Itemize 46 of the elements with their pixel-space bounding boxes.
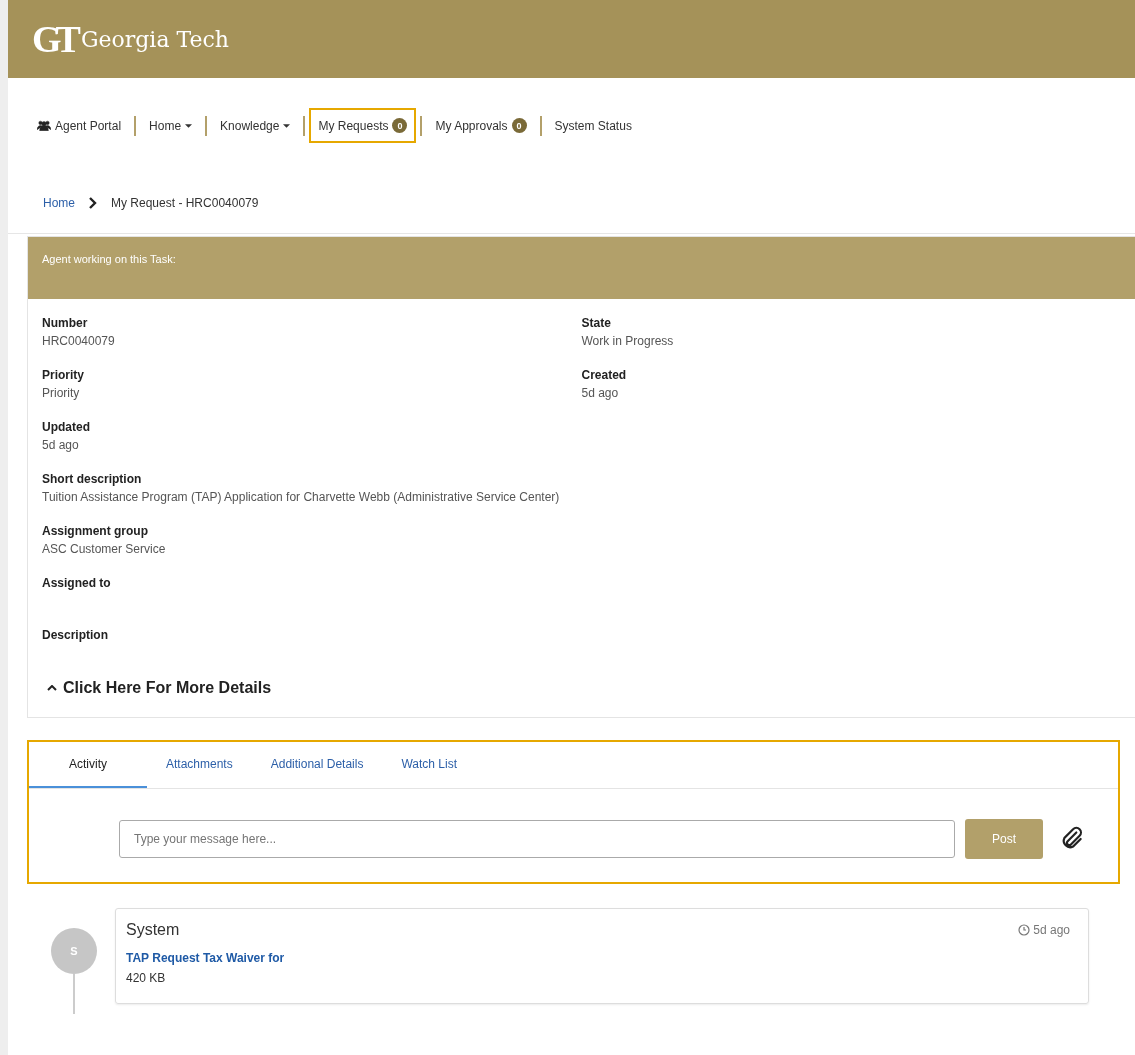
nav-link[interactable]: Home (140, 108, 202, 143)
nav-link[interactable]: My Approvals 0 (426, 108, 536, 143)
nav-link[interactable]: System Status (545, 108, 641, 143)
chevron-icon (89, 197, 97, 209)
more-details-toggle[interactable]: Click Here For More Details (42, 679, 1121, 697)
field-value: Tuition Assistance Program (TAP) Application for Charvette Webb (Administrative Service Center) (42, 489, 561, 506)
breadcrumb-link[interactable]: Home (43, 196, 75, 210)
field-value: Work in Progress (581, 333, 675, 350)
field-value: 5d ago (42, 437, 80, 454)
timestamp: 5d ago (1033, 923, 1070, 937)
field-label: State (581, 315, 612, 332)
field-label: Description (42, 627, 109, 644)
field-label: Number (42, 315, 89, 332)
people-icon (37, 120, 51, 131)
field-label: Short description (42, 471, 143, 488)
field-value: 5d ago (581, 385, 620, 402)
logo-title: Georgia Tech (80, 26, 229, 52)
field-label: Assignment group (42, 523, 149, 540)
attachment-link[interactable]: TAP Request Tax Waiver for (126, 951, 1078, 965)
nav-link[interactable]: Knowledge (211, 108, 300, 143)
banner-text: Agent working on this Task: (42, 253, 176, 265)
chevron-icon (47, 685, 57, 691)
tab[interactable]: Activity (29, 742, 147, 788)
field-value: ASC Customer Service (42, 541, 167, 558)
nav-link[interactable]: My Requests 0 (309, 108, 417, 143)
count-badge: 0 (511, 118, 527, 133)
caret-icon (185, 123, 193, 128)
field-value: HRC0040079 (42, 333, 116, 350)
clock-icon (1018, 924, 1031, 936)
field-label: Assigned to (42, 575, 112, 592)
caret-icon (283, 123, 291, 128)
count-badge: 0 (392, 118, 408, 133)
field-label: Created (581, 367, 628, 384)
file-size: 420 KB (126, 971, 167, 985)
tab[interactable]: Attachments (147, 742, 252, 788)
nav-link[interactable]: Agent Portal (28, 108, 131, 143)
field-label: Updated (42, 419, 91, 436)
field-value: Priority (42, 385, 81, 402)
author-name: System (126, 921, 180, 939)
breadcrumb-current: My Request - HRC0040079 (111, 196, 259, 210)
tab[interactable]: Additional Details (251, 742, 383, 788)
message-field[interactable]: Type your message here... (119, 820, 955, 858)
field-label: Priority (42, 367, 85, 384)
tab[interactable]: Watch List (382, 742, 476, 788)
avatar: S (51, 928, 97, 974)
logo-mark: GT (32, 17, 75, 61)
